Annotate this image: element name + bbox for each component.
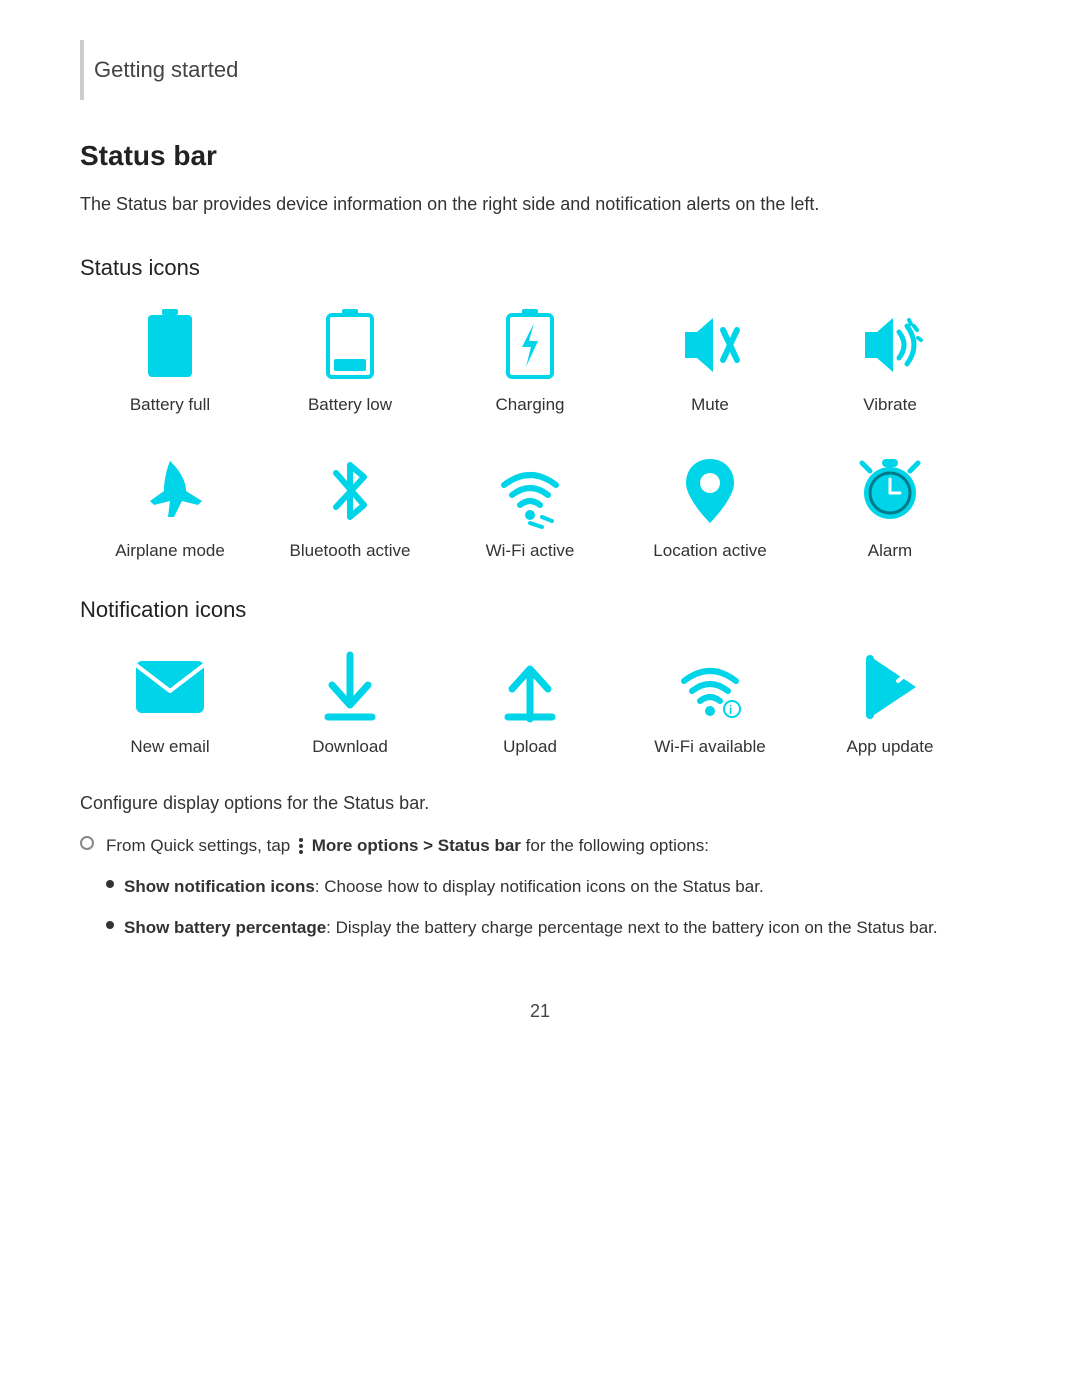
icon-app-update: App update: [800, 647, 980, 757]
svg-text:i: i: [729, 703, 732, 717]
icon-download: Download: [260, 647, 440, 757]
sub-bullet-2-text: : Display the battery charge percentage …: [326, 918, 937, 937]
sub-bullet-1: Show notification icons: Choose how to d…: [106, 873, 1000, 900]
status-icons-row1: Battery full Battery low Charging: [80, 305, 1000, 415]
wifi-active-label: Wi-Fi active: [486, 541, 575, 561]
battery-full-label: Battery full: [130, 395, 210, 415]
icon-wifi-active: Wi-Fi active: [440, 451, 620, 561]
page-number: 21: [80, 1001, 1000, 1022]
wifi-active-icon: [490, 451, 570, 531]
icon-mute: Mute: [620, 305, 800, 415]
icon-charging: Charging: [440, 305, 620, 415]
icon-battery-low: Battery low: [260, 305, 440, 415]
mute-icon: [670, 305, 750, 385]
email-label: New email: [130, 737, 209, 757]
notification-icons-title: Notification icons: [80, 597, 1000, 623]
bluetooth-label: Bluetooth active: [290, 541, 411, 561]
circle-bullet-icon: [80, 836, 94, 850]
upload-label: Upload: [503, 737, 557, 757]
app-update-label: App update: [847, 737, 934, 757]
location-label: Location active: [653, 541, 766, 561]
upload-icon: [490, 647, 570, 727]
wifi-available-icon: i: [670, 647, 750, 727]
breadcrumb: Getting started: [80, 40, 1000, 100]
charging-icon: [490, 305, 570, 385]
charging-label: Charging: [496, 395, 565, 415]
icon-vibrate: Vibrate: [800, 305, 980, 415]
location-icon: [670, 451, 750, 531]
dot-bullet-1: [106, 880, 114, 888]
sub-bullets-container: Show notification icons: Choose how to d…: [106, 873, 1000, 941]
icon-battery-full: Battery full: [80, 305, 260, 415]
icon-location: Location active: [620, 451, 800, 561]
status-icons-row2: Airplane mode Bluetooth active Wi-Fi act…: [80, 451, 1000, 561]
wifi-available-label: Wi-Fi available: [654, 737, 765, 757]
sub-bullet-1-text: : Choose how to display notification ico…: [315, 877, 764, 896]
icon-airplane: Airplane mode: [80, 451, 260, 561]
page-title: Status bar: [80, 140, 1000, 172]
airplane-icon: [130, 451, 210, 531]
download-icon: [310, 647, 390, 727]
icon-wifi-available: i Wi-Fi available: [620, 647, 800, 757]
vibrate-label: Vibrate: [863, 395, 917, 415]
sub-bullet-2: Show battery percentage: Display the bat…: [106, 914, 1000, 941]
dot-bullet-2: [106, 921, 114, 929]
circle-bullet-item: From Quick settings, tap More options > …: [80, 832, 1000, 859]
icon-upload: Upload: [440, 647, 620, 757]
icon-email: New email: [80, 647, 260, 757]
icon-alarm: Alarm: [800, 451, 980, 561]
sub-bullet-1-bold: Show notification icons: [124, 877, 315, 896]
alarm-label: Alarm: [868, 541, 912, 561]
sub-bullet-2-bold: Show battery percentage: [124, 918, 326, 937]
battery-low-icon: [310, 305, 390, 385]
configure-text: Configure display options for the Status…: [80, 793, 1000, 814]
circle-item-text: From Quick settings, tap: [106, 836, 295, 855]
icon-bluetooth: Bluetooth active: [260, 451, 440, 561]
more-options-icon: [299, 838, 303, 854]
airplane-label: Airplane mode: [115, 541, 225, 561]
page-description: The Status bar provides device informati…: [80, 190, 1000, 219]
battery-low-label: Battery low: [308, 395, 392, 415]
download-label: Download: [312, 737, 388, 757]
vibrate-icon: [850, 305, 930, 385]
notification-icons-row: New email Download Upload: [80, 647, 1000, 757]
more-options-bold: More options > Status bar: [312, 836, 521, 855]
status-icons-title: Status icons: [80, 255, 1000, 281]
battery-full-icon: [130, 305, 210, 385]
bluetooth-icon: [310, 451, 390, 531]
circle-item-end: for the following options:: [526, 836, 709, 855]
alarm-icon: [850, 451, 930, 531]
email-icon: [130, 647, 210, 727]
mute-label: Mute: [691, 395, 729, 415]
app-update-icon: [850, 647, 930, 727]
